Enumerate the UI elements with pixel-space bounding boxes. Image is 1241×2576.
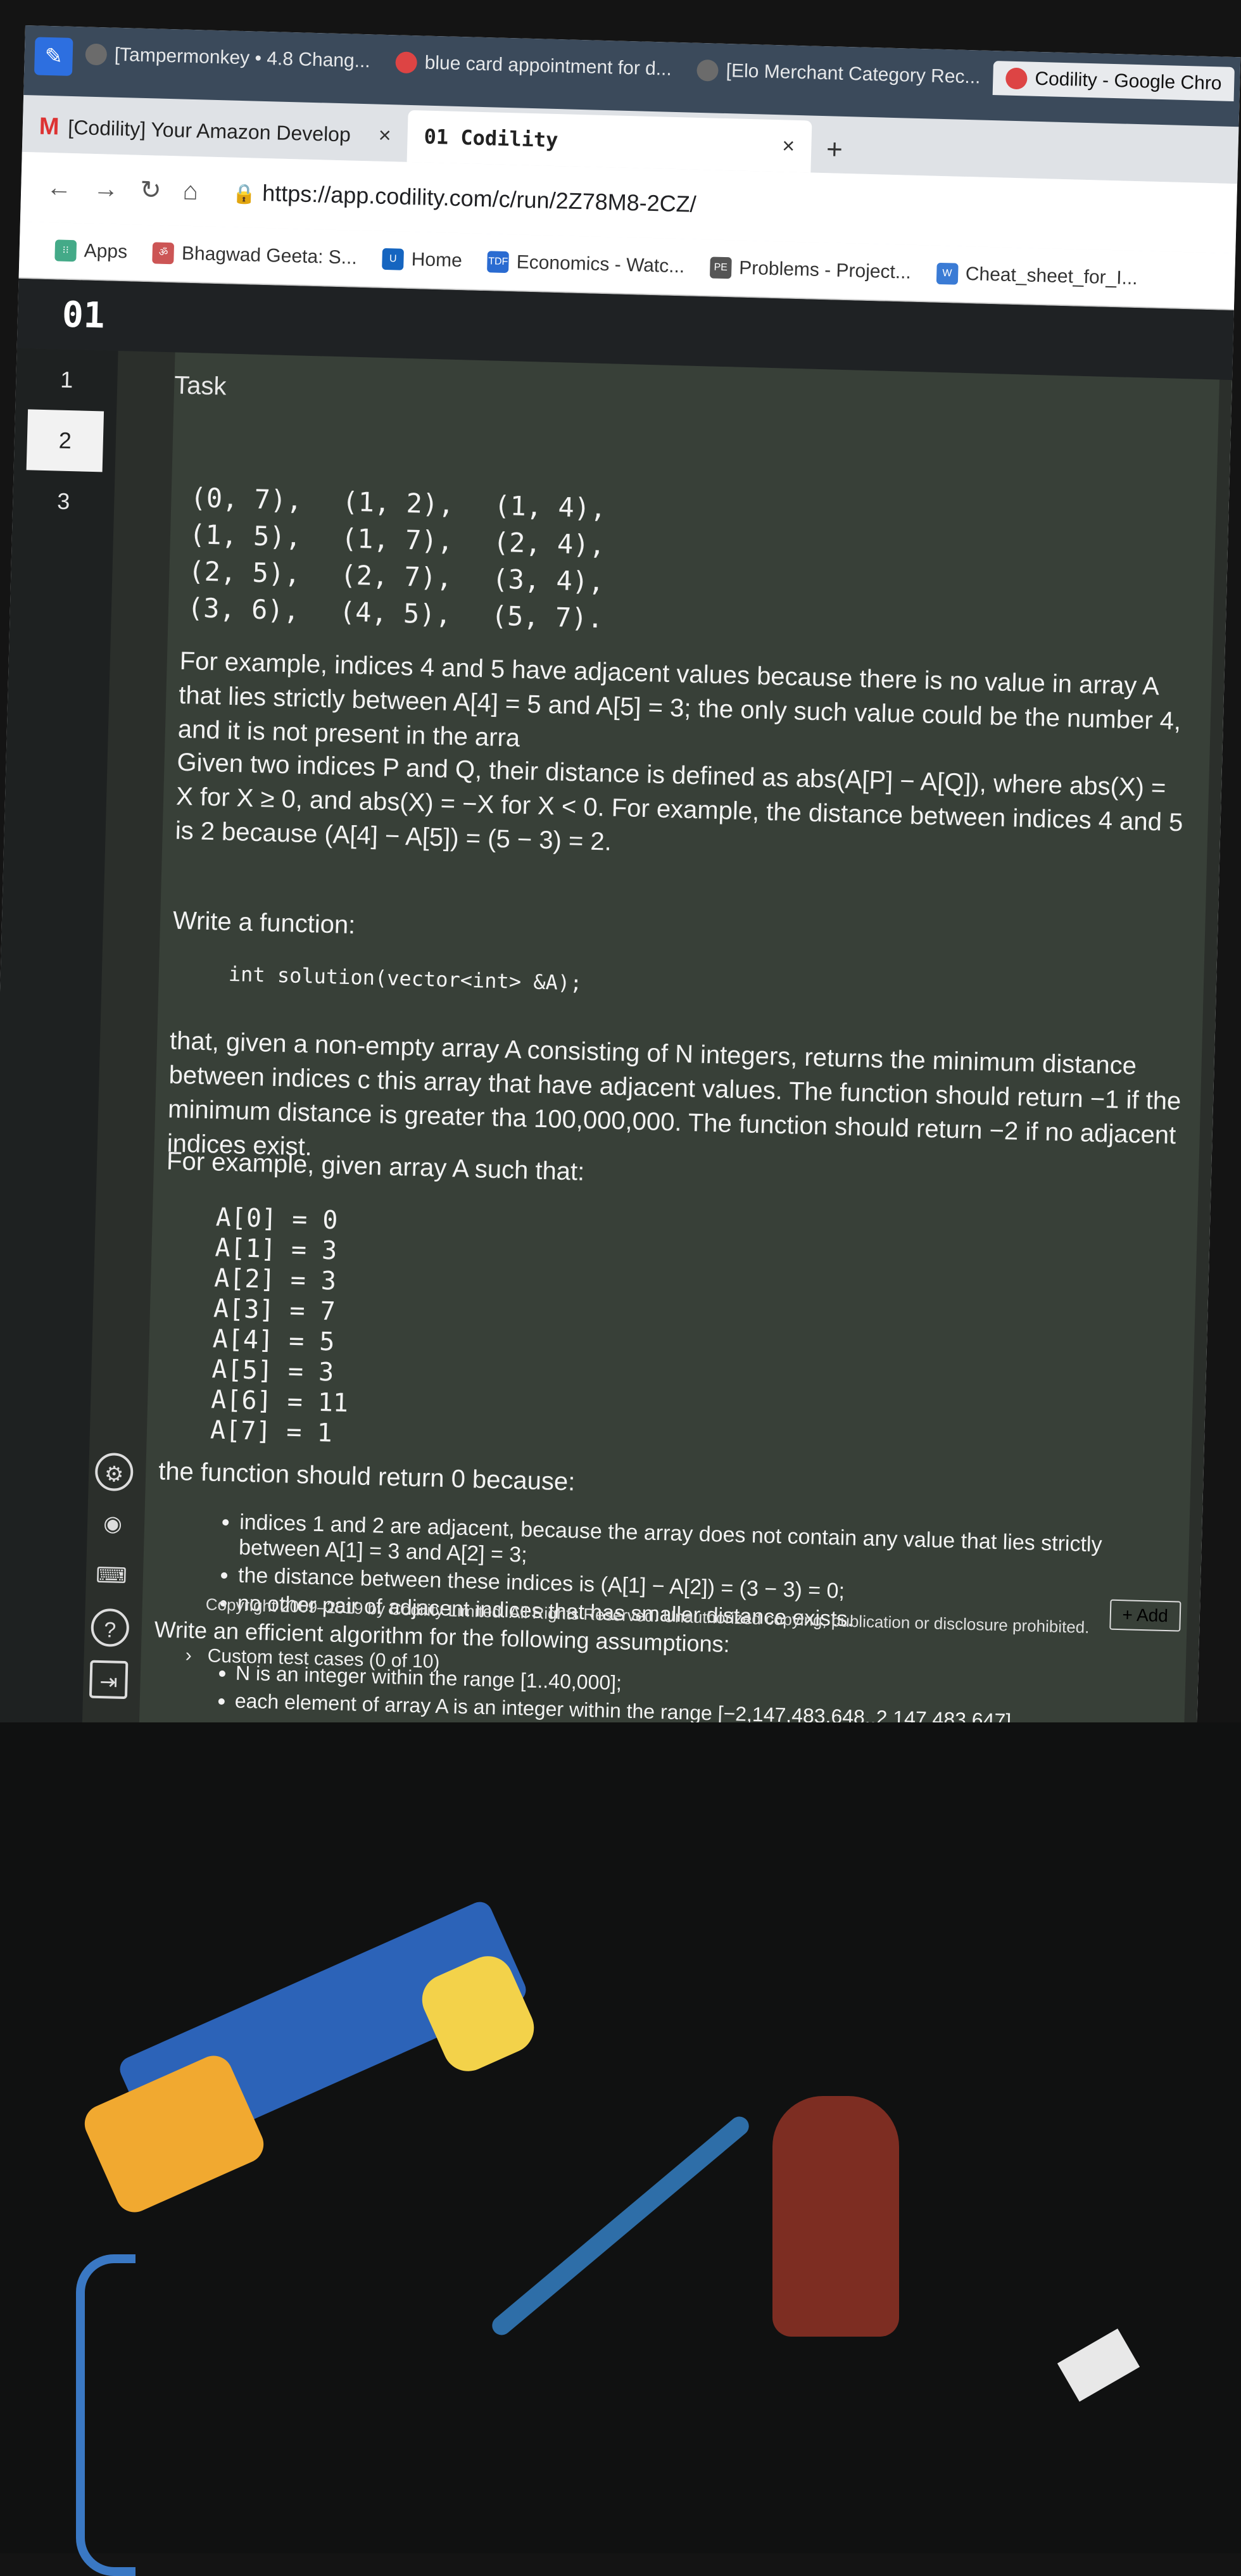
write-function-label: Write a function: [172, 906, 356, 940]
cable [76, 2254, 135, 2576]
pair: (1, 4), [493, 489, 607, 524]
toy-figure [772, 2096, 899, 2337]
pair: (4, 5), [339, 596, 452, 630]
task-title: Task [173, 371, 227, 401]
add-test-button[interactable]: + Add [1109, 1599, 1181, 1632]
apps-grid-icon: ⁝⁝ [54, 239, 77, 262]
chrome-icon [1005, 67, 1028, 90]
tampermonkey-icon[interactable]: ✎ [34, 37, 73, 76]
array-element: A[6] = 11 [210, 1385, 349, 1418]
task-tab-3[interactable]: 3 [25, 470, 102, 533]
pair: (2, 5), [187, 555, 301, 590]
pair: (1, 5), [189, 519, 302, 553]
bookmark-home[interactable]: U Home [382, 248, 462, 272]
pair: (2, 7), [339, 559, 453, 593]
pair: (5, 7). [491, 600, 604, 635]
bookmark-gita[interactable]: ॐ Bhagwad Geeta: S... [152, 242, 358, 268]
pair: (3, 4), [491, 563, 605, 598]
tool-column: ⚙ ◉ ⌨ ? ⇥ [89, 1452, 134, 1700]
pairs-list: (0, 7), (1, 2), (1, 4), (1, 5), (1, 7), … [187, 479, 646, 638]
array-element: A[4] = 5 [212, 1324, 335, 1357]
array-element: A[3] = 7 [213, 1294, 336, 1327]
bookmark-apps[interactable]: ⁝⁝ Apps [54, 239, 128, 263]
chevron-right-icon: › [185, 1645, 203, 1667]
chrome-icon [395, 51, 418, 74]
address-bar[interactable]: 🔒 https://app.codility.com/c/run/2Z78M8-… [232, 179, 696, 218]
array-element: A[1] = 3 [214, 1233, 337, 1266]
example-array: A[0] = 0 A[1] = 3 A[2] = 3 A[3] = 7 A[4]… [210, 1203, 353, 1449]
back-icon[interactable]: ← [46, 173, 72, 202]
codility-app: 01 1 2 3 ⚙ ◉ ⌨ ? ⇥ Task (0, 7), (1, 2), … [0, 278, 1234, 1779]
close-icon[interactable]: × [378, 123, 391, 148]
bookmark-cheat-sheet[interactable]: W Cheat_sheet_for_I... [936, 262, 1138, 289]
gmail-icon: M [39, 113, 60, 140]
pair: (1, 7), [341, 522, 454, 557]
codility-logo: 01 [61, 294, 106, 336]
keyboard-icon[interactable]: ⌨ [92, 1556, 131, 1596]
array-element: A[7] = 1 [210, 1415, 333, 1448]
function-signature: int solution(vector<int> &A); [228, 961, 583, 995]
close-icon[interactable]: × [782, 134, 795, 159]
top-tab-codility[interactable]: Codility - Google Chro [992, 61, 1235, 102]
tab-gmail[interactable]: M [Codility] Your Amazon Develop × [22, 100, 408, 162]
lock-icon: 🔒 [232, 183, 256, 205]
pair: (1, 2), [341, 486, 455, 520]
pair: (3, 6), [187, 592, 300, 626]
new-tab-button[interactable]: + [826, 134, 843, 166]
top-tab-elo[interactable]: [Elo Merchant Category Rec... [684, 53, 993, 95]
task-tab-1[interactable]: 1 [28, 348, 105, 411]
eye-icon[interactable]: ◉ [93, 1505, 132, 1544]
project-euler-icon: PE [709, 256, 732, 279]
top-tab-blue-card[interactable]: blue card appointment for d... [382, 45, 684, 87]
task-description: Task (0, 7), (1, 2), (1, 4), (1, 5), (1,… [138, 352, 1219, 1772]
reload-icon[interactable]: ↻ [140, 175, 162, 205]
task-tab-2[interactable]: 2 [26, 409, 104, 472]
forward-icon[interactable]: → [93, 174, 119, 203]
udacity-icon: U [382, 248, 405, 270]
bookmark-economics[interactable]: TDF Economics - Watc... [487, 251, 685, 277]
tdf-icon: TDF [487, 251, 510, 274]
home-icon[interactable]: ⌂ [182, 177, 198, 206]
exit-icon[interactable]: ⇥ [89, 1660, 129, 1700]
help-icon[interactable]: ? [91, 1608, 130, 1648]
wordpress-icon: W [936, 262, 959, 285]
monitor-screen: ✎ [Tampermonkey • 4.8 Chang... blue card… [0, 25, 1241, 1779]
settings-icon[interactable]: ⚙ [94, 1452, 134, 1492]
om-icon: ॐ [152, 242, 175, 265]
tab-favicon-icon [696, 59, 719, 82]
pair: (0, 7), [189, 482, 303, 516]
return-statement: the function should return 0 because: [158, 1457, 576, 1496]
array-element: A[0] = 0 [215, 1203, 339, 1235]
tab-favicon-icon [85, 43, 108, 66]
bookmark-problems[interactable]: PE Problems - Project... [709, 256, 911, 283]
array-element: A[5] = 3 [211, 1354, 334, 1387]
pair: (2, 4), [493, 526, 606, 561]
top-tab-tampermonkey[interactable]: [Tampermonkey • 4.8 Chang... [72, 37, 383, 79]
array-element: A[2] = 3 [213, 1263, 337, 1296]
url-text: https://app.codility.com/c/run/2Z78M8-2C… [261, 179, 697, 217]
